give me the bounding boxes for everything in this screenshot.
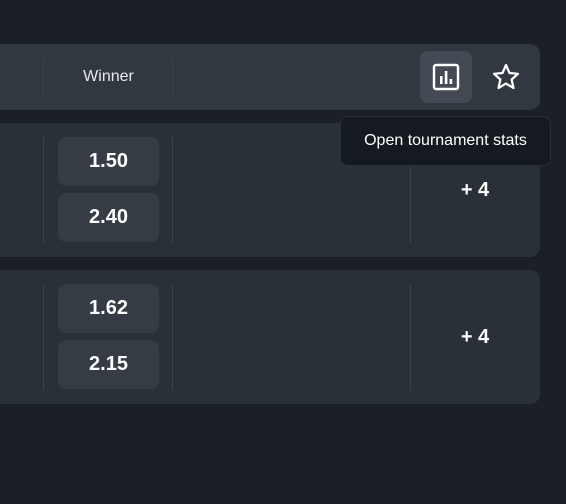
- match-row: 1.62 2.15 + 4: [0, 270, 540, 404]
- column-divider: [172, 58, 173, 96]
- column-divider: [172, 137, 173, 243]
- bar-chart-icon: [432, 63, 460, 91]
- odds-button-home[interactable]: 1.50: [58, 137, 159, 186]
- column-divider: [43, 284, 44, 390]
- column-divider: [172, 284, 173, 390]
- odds-button-away[interactable]: 2.40: [58, 193, 159, 242]
- odds-button-home[interactable]: 1.62: [58, 284, 159, 333]
- tournament-stats-button[interactable]: [420, 51, 472, 103]
- column-divider: [43, 137, 44, 243]
- column-divider: [410, 284, 411, 390]
- odds-button-away[interactable]: 2.15: [58, 340, 159, 389]
- more-markets-button[interactable]: + 4: [430, 270, 520, 404]
- star-outline-icon: [492, 63, 520, 90]
- column-title-winner: Winner: [83, 68, 134, 85]
- tooltip-open-tournament-stats: Open tournament stats: [340, 116, 551, 166]
- favorite-button[interactable]: [480, 51, 532, 103]
- market-header: Winner: [0, 44, 540, 110]
